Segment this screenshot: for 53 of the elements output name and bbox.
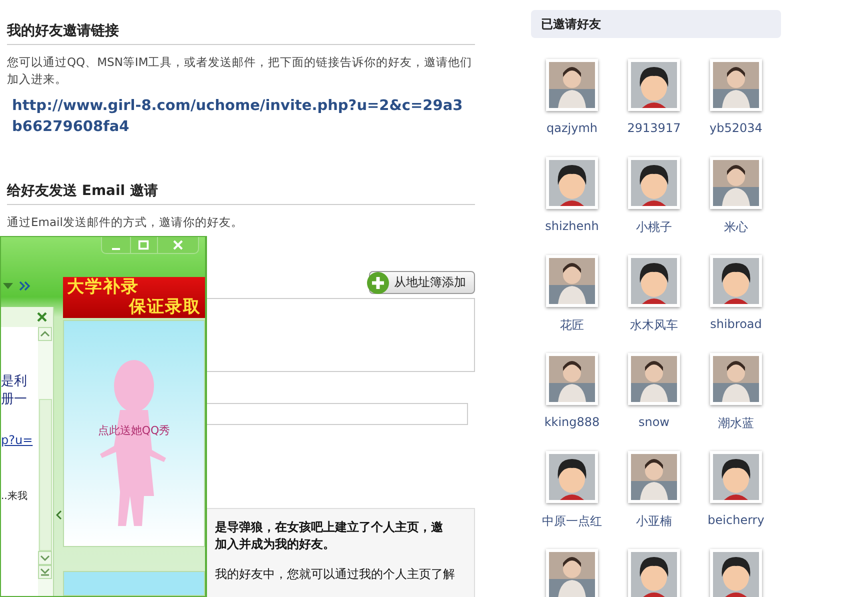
default-avatar-icon[interactable]: [628, 157, 680, 209]
section-description: 您可以通过QQ、MSN等IM工具，或者发送邮件，把下面的链接告诉你的好友，邀请他们加入进来。: [7, 54, 474, 88]
friend-name[interactable]: 花匠: [560, 317, 584, 334]
scrollbar[interactable]: [38, 327, 53, 596]
friend-name[interactable]: shibroad: [710, 317, 762, 331]
section-heading: 我的好友邀请链接: [7, 22, 120, 41]
ad-text: 大学补录: [67, 277, 140, 297]
friend-name[interactable]: kking888: [544, 415, 600, 429]
default-avatar-icon[interactable]: [546, 157, 598, 209]
friend-name[interactable]: 2913917: [627, 121, 681, 135]
dropdown-icon[interactable]: [3, 283, 13, 289]
friend-name[interactable]: beicherry: [708, 513, 764, 527]
friend-name[interactable]: yb52034: [710, 121, 762, 135]
scroll-up-icon[interactable]: [38, 327, 52, 341]
default-avatar-icon[interactable]: [546, 451, 598, 503]
section-description: 通过Email发送邮件的方式，邀请你的好友。: [7, 214, 244, 231]
friend-name[interactable]: 小桃子: [636, 219, 672, 236]
friend-name[interactable]: qazjymh: [546, 121, 598, 135]
message-text: 是导弹狼，在女孩吧上建立了个人主页，邀: [215, 519, 444, 536]
more-icon[interactable]: [19, 281, 31, 291]
ad-text: 保证录取: [129, 297, 201, 317]
section-heading: 给好友发送 Email 邀请: [7, 182, 159, 201]
friend-name[interactable]: 潮水蓝: [718, 415, 754, 432]
friend-name[interactable]: 水木风车: [630, 317, 678, 334]
ad-banner[interactable]: 大学补录 保证录取: [63, 277, 205, 318]
default-avatar-icon[interactable]: [628, 255, 680, 307]
scroll-bottom-icon[interactable]: [38, 565, 52, 579]
friend-name[interactable]: 小亚楠: [636, 513, 672, 530]
chat-text: 是利: [1, 373, 28, 391]
address-book-button[interactable]: 从地址簿添加: [369, 271, 475, 294]
default-avatar-icon[interactable]: [628, 549, 680, 597]
friend-name[interactable]: shizhenh: [545, 219, 599, 233]
scroll-thumb[interactable]: [39, 399, 52, 551]
default-avatar-icon[interactable]: [710, 549, 762, 597]
message-text: 我的好友中，您就可以通过我的个人主页了解: [215, 566, 456, 583]
show-caption[interactable]: 点此送她QQ秀: [64, 423, 204, 438]
avatar-show-panel[interactable]: 点此送她QQ秀: [63, 320, 205, 547]
friend-name[interactable]: 中原一点红: [542, 513, 602, 530]
invite-link[interactable]: http://www.girl-8.com/uchome/invite.php?u=2&c=29a3b66279608fa4: [12, 96, 470, 138]
scroll-down-icon[interactable]: [38, 551, 52, 565]
close-icon[interactable]: [37, 312, 47, 322]
chat-text: ..来我: [1, 490, 28, 503]
sidebar-title: 已邀请好友: [541, 16, 601, 32]
chat-text: 册一: [1, 391, 28, 409]
chat-link[interactable]: p?u=: [1, 433, 38, 447]
default-avatar-icon[interactable]: [628, 59, 680, 111]
default-avatar-icon[interactable]: [710, 255, 762, 307]
default-avatar-icon[interactable]: [710, 451, 762, 503]
message-text: 加入并成为我的好友。: [215, 536, 336, 553]
friend-name[interactable]: snow: [638, 415, 670, 429]
text-input-field[interactable]: [205, 403, 468, 425]
friend-name[interactable]: 米心: [724, 219, 748, 236]
plus-icon: [366, 270, 390, 294]
